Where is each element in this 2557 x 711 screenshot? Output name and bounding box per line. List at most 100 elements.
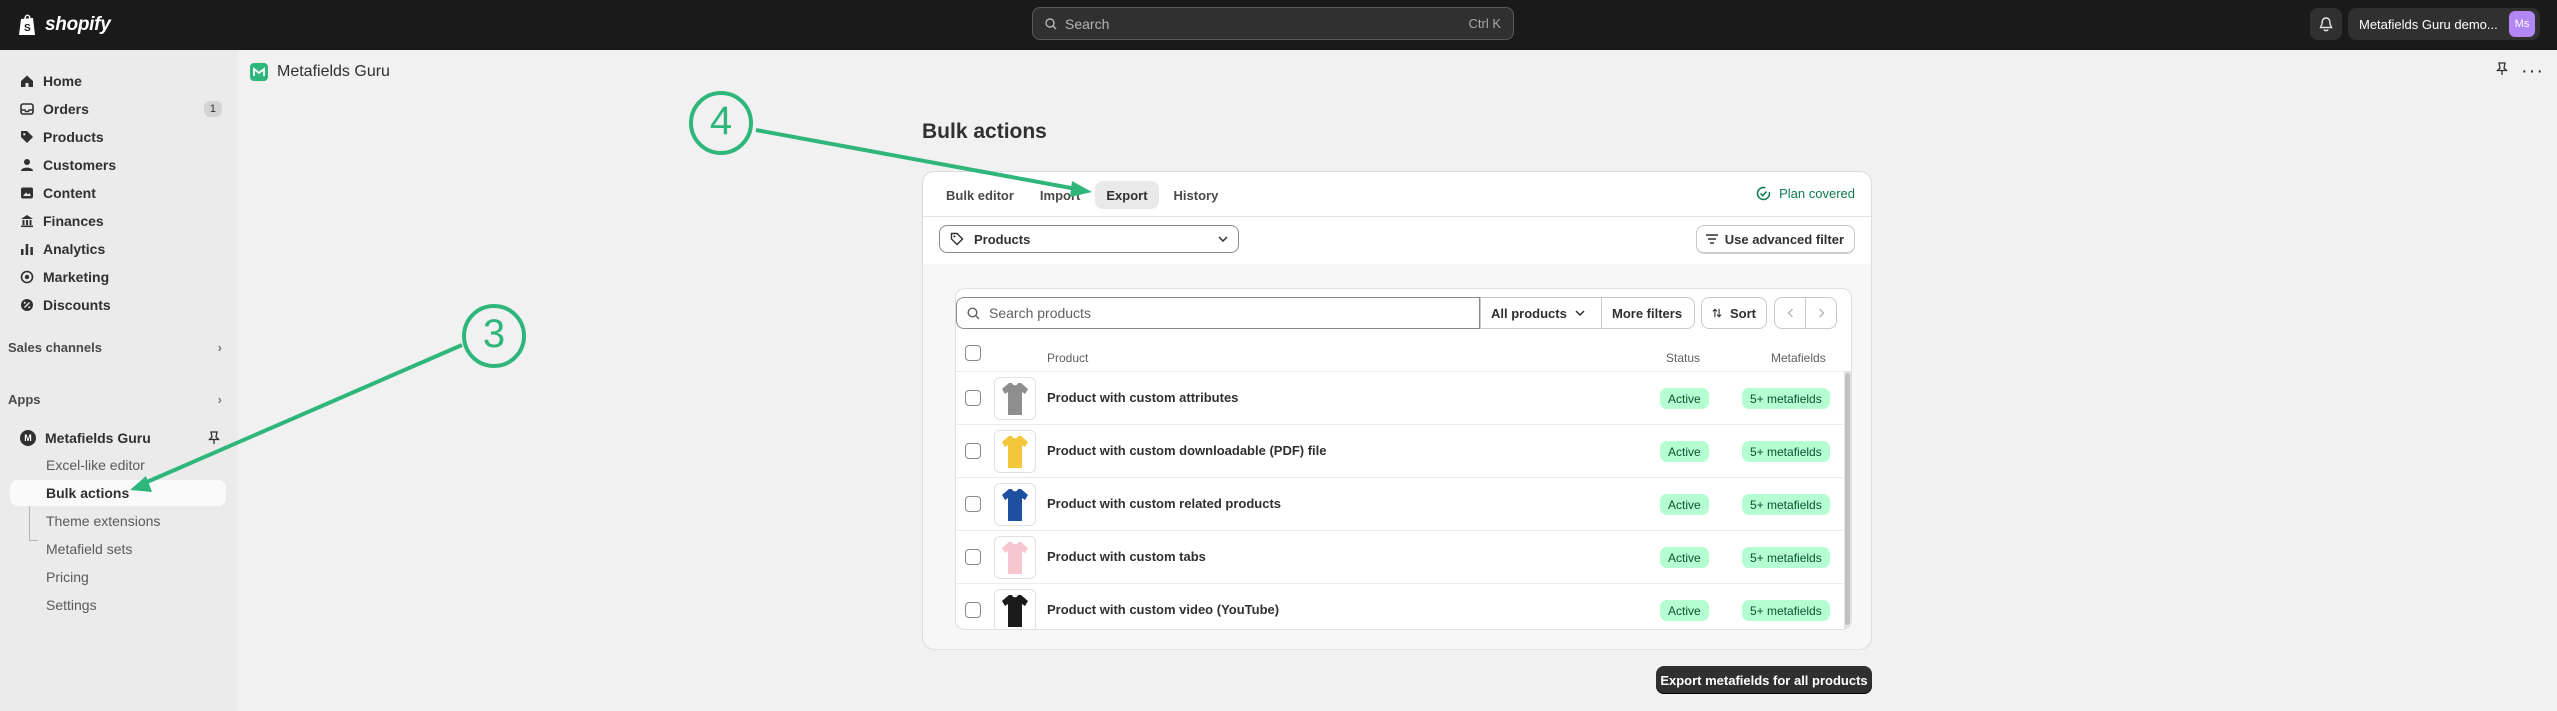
chart-icon <box>21 243 33 255</box>
sidebar-item-label: Marketing <box>43 268 110 285</box>
product-name[interactable]: Product with custom video (YouTube) <box>1047 602 1279 617</box>
status-badge: Active <box>1660 600 1709 621</box>
resource-select[interactable]: Products <box>939 225 1239 253</box>
table-row[interactable]: Product with custom related products Acti… <box>956 477 1851 530</box>
top-bar: S shopify Search Ctrl K Metafields Guru … <box>0 0 2557 50</box>
product-name[interactable]: Product with custom attributes <box>1047 390 1238 405</box>
store-menu-button[interactable]: Metafields Guru demo... Ms <box>2348 8 2540 40</box>
chevron-right-icon: › <box>217 340 222 355</box>
product-name[interactable]: Product with custom downloadable (PDF) f… <box>1047 443 1327 458</box>
advanced-filter-label: Use advanced filter <box>1724 231 1844 247</box>
sidebar-item-orders[interactable]: Orders 1 <box>10 95 226 122</box>
previous-page-button[interactable] <box>1774 297 1806 329</box>
row-checkbox[interactable] <box>965 443 981 459</box>
row-checkbox[interactable] <box>965 549 981 565</box>
more-filters-button[interactable]: More filters <box>1601 297 1695 329</box>
apps-section[interactable]: Apps › <box>8 392 222 407</box>
sidebar-item-marketing[interactable]: Marketing <box>10 263 226 290</box>
sidebar-subitem-settings[interactable]: Settings <box>10 592 226 618</box>
row-checkbox[interactable] <box>965 390 981 406</box>
sidebar-item-home[interactable]: Home <box>10 67 226 94</box>
subitem-label: Pricing <box>46 569 89 585</box>
tshirt-icon <box>1002 541 1028 574</box>
section-label: Sales channels <box>8 340 102 355</box>
table-header: Product Status Metafields <box>956 335 1851 371</box>
advanced-filter-button[interactable]: Use advanced filter <box>1695 225 1855 253</box>
sidebar-subitem-excel-like-editor[interactable]: Excel-like editor <box>10 452 226 478</box>
search-products-input[interactable]: Search products <box>956 297 1480 329</box>
avatar: Ms <box>2509 11 2535 37</box>
sidebar-item-label: Content <box>43 184 96 201</box>
product-name[interactable]: Product with custom related products <box>1047 496 1281 511</box>
sidebar-subitem-pricing[interactable]: Pricing <box>10 564 226 590</box>
sidebar-item-discounts[interactable]: Discounts <box>10 291 226 318</box>
row-checkbox[interactable] <box>965 602 981 618</box>
orders-count-badge: 1 <box>203 100 222 117</box>
svg-text:S: S <box>24 23 31 34</box>
sidebar: Home Orders 1 Products Customers Content… <box>0 50 238 711</box>
product-thumbnail <box>994 589 1036 629</box>
sidebar-item-customers[interactable]: Customers <box>10 151 226 178</box>
app-name: Metafields Guru <box>45 429 151 446</box>
sidebar-item-label: Customers <box>43 156 117 173</box>
sidebar-item-label: Finances <box>43 212 104 229</box>
pin-icon[interactable] <box>2496 62 2508 76</box>
pin-icon[interactable] <box>208 430 220 445</box>
export-metafields-button[interactable]: Export metafields for all products <box>1656 666 1872 694</box>
tab-import[interactable]: Import <box>1029 181 1091 209</box>
chevron-down-icon <box>1218 236 1228 242</box>
sort-button[interactable]: Sort <box>1701 297 1767 329</box>
sidebar-item-analytics[interactable]: Analytics <box>10 235 226 262</box>
filter-bar: Search products All products More filter… <box>956 289 1851 335</box>
sort-label: Sort <box>1730 305 1756 321</box>
sidebar-subitem-theme-extensions[interactable]: Theme extensions <box>10 508 226 534</box>
metafields-badge[interactable]: 5+ metafields <box>1742 388 1830 409</box>
global-search[interactable]: Search Ctrl K <box>1032 7 1514 40</box>
all-products-filter[interactable]: All products <box>1480 297 1602 329</box>
app-title: Metafields Guru <box>277 63 390 80</box>
shopify-logo[interactable]: S shopify <box>18 11 111 39</box>
tabs: Bulk editor Import Export History <box>935 181 1229 209</box>
sidebar-item-content[interactable]: Content <box>10 179 226 206</box>
tab-export[interactable]: Export <box>1095 181 1159 209</box>
row-checkbox[interactable] <box>965 496 981 512</box>
sales-channels-section[interactable]: Sales channels › <box>8 340 222 355</box>
more-actions-icon[interactable]: ··· <box>2521 61 2544 81</box>
table-row[interactable]: Product with custom video (YouTube) Activ… <box>956 583 1851 629</box>
home-icon <box>21 75 33 87</box>
sidebar-app-metafields-guru[interactable]: M Metafields Guru <box>10 424 226 451</box>
scrollbar-thumb[interactable] <box>1845 373 1850 625</box>
sidebar-subitem-metafield-sets[interactable]: Metafield sets <box>10 536 226 562</box>
sidebar-item-finances[interactable]: Finances <box>10 207 226 234</box>
tab-bulk-editor[interactable]: Bulk editor <box>935 181 1025 209</box>
notifications-button[interactable] <box>2310 8 2342 40</box>
select-all-checkbox[interactable] <box>965 345 981 361</box>
bank-icon <box>21 214 33 227</box>
target-icon <box>20 270 34 283</box>
sidebar-item-products[interactable]: Products <box>10 123 226 150</box>
product-name[interactable]: Product with custom tabs <box>1047 549 1206 564</box>
sidebar-subitem-bulk-actions[interactable]: Bulk actions <box>10 480 226 506</box>
next-page-button[interactable] <box>1805 297 1837 329</box>
tag-icon <box>950 232 964 246</box>
page-title: Bulk actions <box>922 120 1047 143</box>
table-row[interactable]: Product with custom downloadable (PDF) f… <box>956 424 1851 477</box>
tshirt-icon <box>1002 594 1028 627</box>
table-row[interactable]: Product with custom tabs Active 5+ metafie… <box>956 530 1851 583</box>
metafields-guru-app-icon: M <box>20 429 36 446</box>
search-products-placeholder: Search products <box>989 305 1091 321</box>
subitem-label: Bulk actions <box>46 485 130 501</box>
product-thumbnail <box>994 483 1036 526</box>
column-header-product: Product <box>1047 351 1089 365</box>
metafields-badge[interactable]: 5+ metafields <box>1742 494 1830 515</box>
metafields-badge[interactable]: 5+ metafields <box>1742 547 1830 568</box>
metafields-badge[interactable]: 5+ metafields <box>1742 441 1830 462</box>
filter-label: All products <box>1491 305 1567 321</box>
product-thumbnail <box>994 430 1036 473</box>
table-row[interactable]: Product with custom attributes Active 5+ m… <box>956 371 1851 424</box>
step-number-4: 4 <box>709 99 733 143</box>
section-label: Apps <box>8 392 41 407</box>
column-header-status: Status <box>1666 351 1701 365</box>
tab-history[interactable]: History <box>1163 181 1230 209</box>
metafields-badge[interactable]: 5+ metafields <box>1742 600 1830 621</box>
